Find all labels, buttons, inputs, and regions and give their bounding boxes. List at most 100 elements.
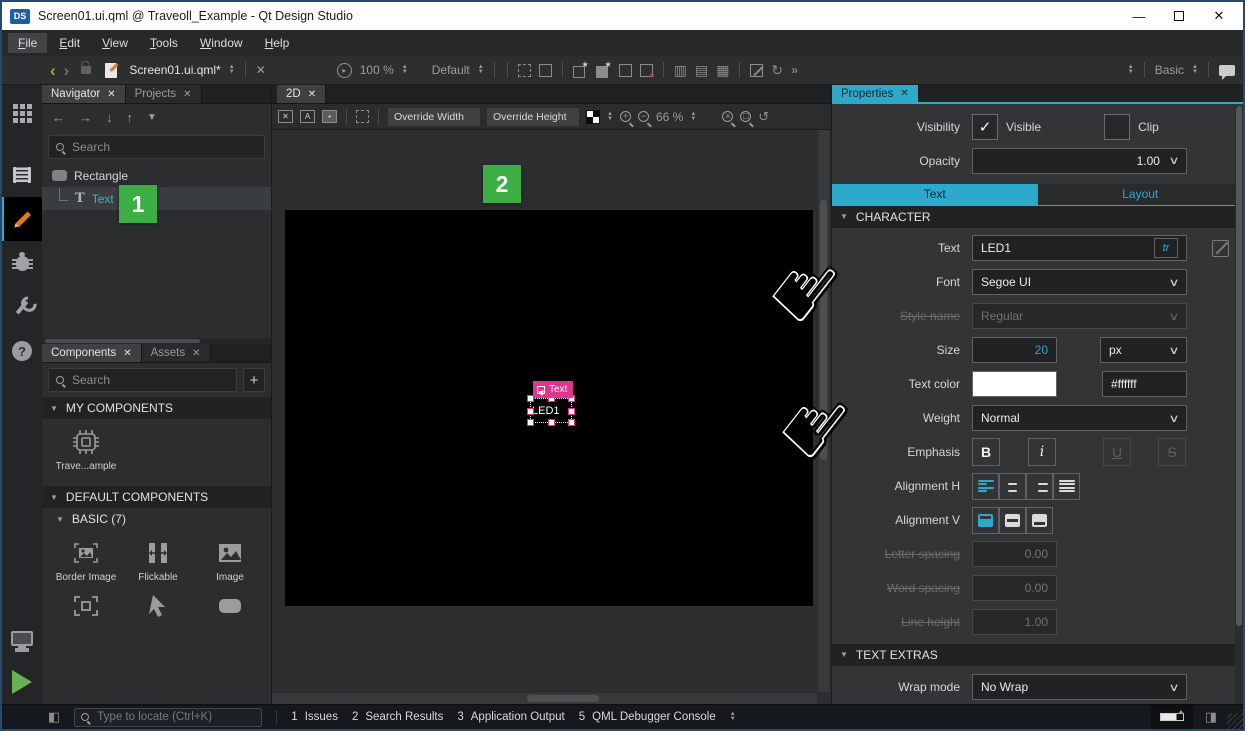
maximize-button[interactable] — [1159, 4, 1199, 28]
font-dropdown[interactable]: Segoe UI ∨ — [972, 269, 1187, 295]
menu-window[interactable]: Window — [190, 33, 253, 53]
curve-editor-icon[interactable] — [539, 64, 552, 77]
projects-mode-button[interactable] — [2, 285, 42, 329]
resize-handle[interactable] — [568, 419, 575, 426]
move-up-icon[interactable]: ↑ — [127, 110, 134, 125]
run-preview-icon[interactable]: ▸ — [337, 63, 352, 78]
italic-button[interactable]: i — [1028, 438, 1056, 466]
navigator-search-input[interactable] — [70, 139, 257, 155]
zoom-out-icon[interactable]: − — [638, 111, 649, 122]
tab-assets[interactable]: Assets✕ — [142, 344, 211, 362]
tab-text[interactable]: Text — [832, 184, 1038, 205]
annotation-edit-icon[interactable] — [750, 64, 763, 77]
rows-view-icon[interactable]: ▤ — [695, 63, 708, 77]
frame-record-icon[interactable] — [640, 64, 653, 77]
style-spinner-left[interactable]: ▲▼ — [1128, 65, 1134, 75]
show-bounding-x-icon[interactable]: ✕ — [278, 110, 293, 123]
state-spinner[interactable]: ▲▼ — [478, 65, 484, 75]
frame-icon[interactable] — [619, 64, 632, 77]
character-section-header[interactable]: ▼ CHARACTER — [832, 206, 1243, 228]
locator-box[interactable] — [74, 708, 262, 727]
zoom-selection-icon[interactable]: × — [722, 111, 733, 122]
menu-tools[interactable]: Tools — [140, 33, 188, 53]
minimize-button[interactable]: — — [1119, 4, 1159, 28]
resize-handle[interactable] — [568, 408, 575, 415]
forward-icon[interactable]: › — [64, 62, 70, 79]
navigator-search-box[interactable] — [48, 135, 265, 159]
components-search-input[interactable] — [70, 372, 229, 388]
nav-forward-icon[interactable]: → — [79, 110, 92, 125]
component-travel-example[interactable]: Trave...ample — [50, 419, 122, 472]
resize-handle[interactable] — [527, 408, 534, 415]
zoom-in-icon[interactable]: + — [620, 111, 631, 122]
component-item[interactable] — [50, 583, 122, 619]
welcome-mode-button[interactable] — [2, 91, 42, 135]
annotations-icon[interactable] — [1219, 65, 1235, 76]
selection-tag[interactable]: Text — [533, 381, 573, 398]
close-button[interactable]: ✕ — [1199, 4, 1239, 28]
toolbar-zoom-value[interactable]: 100 % — [360, 63, 394, 77]
tab-layout[interactable]: Layout — [1038, 184, 1244, 205]
properties-scrollbar[interactable] — [1235, 106, 1243, 704]
show-labels-icon[interactable]: A — [300, 110, 315, 123]
state-selector[interactable]: Default — [432, 63, 470, 77]
paste-formatting-icon[interactable] — [596, 63, 611, 78]
design-mode-button[interactable] — [2, 197, 42, 241]
tab-projects[interactable]: Projects✕ — [126, 85, 202, 103]
tree-item-rectangle[interactable]: Rectangle — [42, 164, 271, 187]
align-justify-button[interactable] — [1053, 473, 1080, 500]
canvas-zoom-spinner[interactable]: ▲▼ — [690, 112, 696, 122]
file-spinner[interactable]: ▲▼ — [229, 65, 235, 75]
close-file-icon[interactable]: ✕ — [256, 63, 266, 77]
reset-view-icon[interactable]: ↺ — [758, 110, 769, 123]
wrap-mode-dropdown[interactable]: No Wrap ∨ — [972, 674, 1187, 700]
size-unit-dropdown[interactable]: px ∨ — [1100, 337, 1187, 363]
align-bottom-button[interactable] — [1026, 507, 1053, 534]
align-vcenter-button[interactable] — [999, 507, 1026, 534]
text-color-swatch[interactable] — [972, 371, 1057, 397]
default-components-header[interactable]: ▼ DEFAULT COMPONENTS — [42, 486, 271, 508]
move-down-icon[interactable]: ↓ — [106, 110, 113, 125]
bold-button[interactable]: B — [972, 438, 1000, 466]
weight-dropdown[interactable]: Normal ∨ — [972, 405, 1187, 431]
resize-handle[interactable] — [548, 419, 555, 426]
toolbar-overflow[interactable]: » — [791, 63, 798, 77]
panes-spinner[interactable]: ▲▼ — [730, 712, 736, 722]
root-outline-icon[interactable] — [356, 110, 369, 123]
override-width-field[interactable]: Override Width — [388, 108, 480, 126]
unlock-icon[interactable] — [81, 66, 91, 74]
tab-2d[interactable]: 2D✕ — [277, 85, 326, 103]
run-button[interactable] — [2, 660, 42, 704]
debug-mode-button[interactable] — [2, 241, 42, 285]
canvas-zoom-value[interactable]: 66 % — [656, 110, 683, 124]
selected-text-item[interactable]: LED1 — [530, 398, 572, 423]
filter-icon[interactable]: ▼ — [147, 112, 157, 123]
component-rectangle[interactable] — [194, 583, 266, 619]
menu-file[interactable]: File — [8, 33, 47, 53]
align-right-button[interactable] — [1026, 473, 1053, 500]
close-icon[interactable]: ✕ — [183, 89, 191, 100]
component-mouse-area[interactable] — [122, 583, 194, 619]
menu-help[interactable]: Help — [255, 33, 300, 53]
rotate-icon[interactable]: ↻ — [771, 63, 783, 77]
menu-edit[interactable]: Edit — [49, 33, 90, 53]
pane-search-results[interactable]: 2Search Results — [352, 711, 443, 723]
edit-document-icon[interactable] — [105, 63, 117, 78]
edit-text-icon[interactable] — [1212, 240, 1229, 257]
align-center-button[interactable] — [999, 473, 1026, 500]
locator-input[interactable] — [95, 710, 255, 724]
add-module-button[interactable]: + — [243, 368, 265, 392]
pane-application-output[interactable]: 3Application Output — [457, 711, 564, 723]
build-progress-widget[interactable] — [1151, 705, 1193, 730]
close-icon[interactable]: ✕ — [900, 88, 908, 99]
kit-selector-button[interactable] — [2, 616, 42, 660]
tab-properties[interactable]: Properties✕ — [832, 85, 919, 102]
close-icon[interactable]: ✕ — [192, 348, 200, 359]
translate-button[interactable]: tr — [1154, 238, 1178, 258]
text-input[interactable]: LED1 tr — [972, 235, 1187, 261]
component-border-image[interactable]: Border Image — [50, 530, 122, 583]
back-icon[interactable]: ‹ — [50, 62, 56, 79]
opacity-input[interactable]: 1.00 ∨ — [972, 148, 1187, 174]
close-icon[interactable]: ✕ — [308, 89, 316, 100]
clip-checkbox[interactable] — [1104, 114, 1130, 140]
